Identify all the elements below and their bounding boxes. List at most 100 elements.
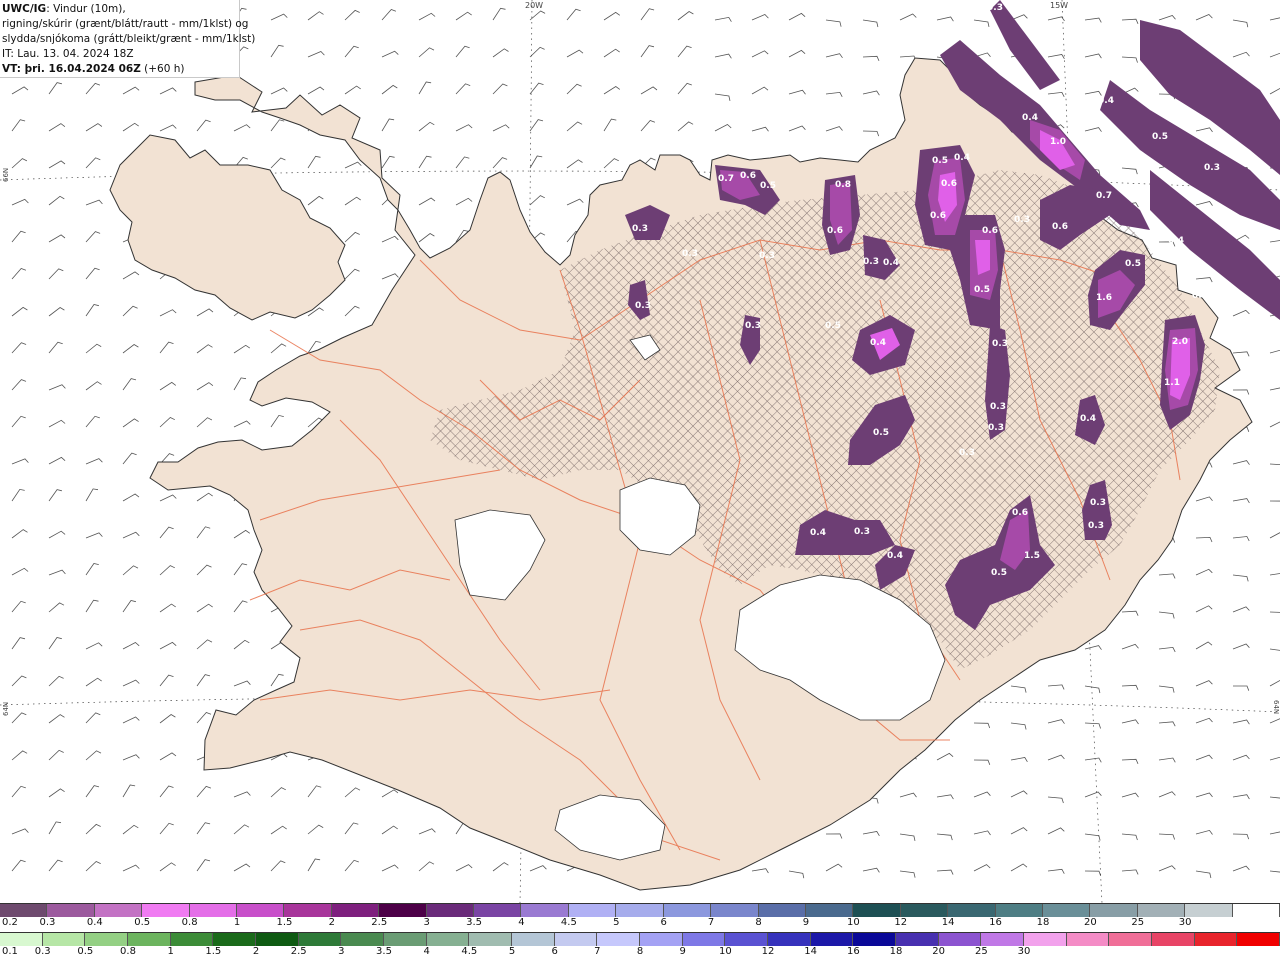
precip-value-label: 2.0 (1172, 337, 1188, 347)
legend-swatch (1024, 933, 1067, 946)
legend-tick-label: 1.5 (205, 946, 222, 957)
legend-tick-label: 18 (889, 946, 903, 957)
precip-value-label: 0.6 (941, 179, 957, 189)
legend-tick-label: 4 (518, 917, 525, 928)
legend-swatch (900, 904, 949, 917)
legend-swatch (0, 904, 48, 917)
legend-swatch (568, 904, 617, 917)
precip-value-label: 0.3 (1088, 521, 1104, 531)
legend-swatch (597, 933, 641, 946)
info-valid-time: VT: þri. 16.04.2024 06Z (+60 h) (2, 62, 237, 77)
legend-tick-label: 2 (328, 917, 336, 928)
legend-swatch (711, 904, 759, 917)
precip-value-label: 0.3 (987, 3, 1003, 13)
legend-tick-label: 16 (846, 946, 860, 957)
legend-tick-label: 0.4 (86, 917, 103, 928)
legend-tick-label: 10 (718, 946, 732, 957)
legend-swatch (1185, 904, 1233, 917)
legend-swatch (42, 933, 86, 946)
legend-swatch (725, 933, 769, 946)
legend-swatch (384, 933, 427, 946)
rain-legend-bar (0, 932, 1280, 946)
legend-swatch (189, 904, 238, 917)
legend-tick-label: 1 (167, 946, 174, 957)
precip-value-label: 0.4 (1022, 113, 1038, 123)
legend-swatch (948, 904, 996, 917)
vt-label: VT: (2, 63, 21, 75)
legend-swatch (521, 904, 569, 917)
legend-tick-label: 0.5 (134, 917, 151, 928)
precip-value-label: 0.6 (827, 226, 843, 236)
lat-label-64n-right: 64N (1272, 700, 1280, 714)
legend-swatch (1042, 904, 1091, 917)
legend-tick-label: 5 (613, 917, 620, 928)
precip-value-label: 0.5 (1152, 132, 1168, 142)
legend-tick-label: 0.3 (34, 946, 51, 957)
legend-swatch (0, 933, 43, 946)
legend-swatch (810, 933, 854, 946)
legend-swatch (758, 904, 806, 917)
legend-swatch (47, 904, 95, 917)
precip-value-label: 1.1 (1164, 378, 1180, 388)
legend-tick-label: 6 (551, 946, 558, 957)
info-title-line: UWC/IG: Vindur (10m), (2, 2, 237, 17)
legend-tick-label: 0.5 (77, 946, 94, 957)
legend-tick-label: 8 (636, 946, 644, 957)
precip-value-label: 0.3 (759, 251, 775, 261)
snow-legend-bar (0, 903, 1280, 917)
precip-value-label: 0.4 (1098, 96, 1114, 106)
precip-value-label: 1.5 (1024, 551, 1040, 561)
legend-swatch (284, 904, 332, 917)
legend-swatch (256, 933, 299, 946)
precip-value-label: 0.3 (1081, 103, 1097, 113)
legend-swatch (853, 933, 897, 946)
legend-tick-label: 1.5 (276, 917, 293, 928)
lon-label-20w: 20W (525, 1, 543, 10)
legend-tick-label: 2 (252, 946, 260, 957)
lat-label-64n-left: 64N (2, 702, 10, 716)
precip-value-label: 0.3 (990, 402, 1006, 412)
legend-tick-label: 0.3 (39, 917, 56, 928)
legend-tick-label: 30 (1017, 946, 1031, 957)
precip-value-label: 0.6 (1052, 222, 1068, 232)
legend-tick-label: 20 (1083, 917, 1097, 928)
precip-value-label: 0.3 (854, 527, 870, 537)
legend-swatch (554, 933, 598, 946)
legend-swatch (331, 904, 380, 917)
legend-swatch (1152, 933, 1195, 946)
legend-tick-label: 1 (233, 917, 241, 928)
legend-tick-label: 9 (679, 946, 686, 957)
legend-swatch (1066, 933, 1110, 946)
precip-value-label: 0.5 (1125, 259, 1141, 269)
legend-tick-label: 30 (1178, 917, 1192, 928)
precip-value-label: 0.6 (1012, 508, 1028, 518)
model-name: UWC/IG (2, 3, 47, 15)
legend-tick-label: 5 (508, 946, 516, 957)
precip-value-label: 0.5 (825, 321, 841, 331)
legend-tick-label: 6 (660, 917, 667, 928)
legend-swatch (981, 933, 1025, 946)
legend-swatch (237, 904, 285, 917)
legend-tick-label: 3 (338, 946, 345, 957)
legend-swatch (85, 933, 129, 946)
legend-swatch (1090, 904, 1138, 917)
precip-value-label: 0.3 (635, 301, 651, 311)
precip-value-label: 0.3 (745, 321, 761, 331)
precip-value-label: 0.3 (1014, 215, 1030, 225)
precip-value-label: 0.4 (1220, 143, 1236, 153)
precip-value-label: 1.0 (1050, 137, 1066, 147)
legend-tick-label: 20 (932, 946, 946, 957)
legend-tick-label: 12 (894, 917, 908, 928)
lat-label-66n-left: 66N (2, 168, 10, 182)
lon-label-15w: 15W (1050, 1, 1068, 10)
legend-swatch (94, 904, 143, 917)
legend-swatch (426, 904, 475, 917)
legend-tick-label: 4 (423, 946, 430, 957)
legend-swatch (1232, 904, 1280, 917)
legend-tick-label: 9 (802, 917, 810, 928)
legend-tick-label: 18 (1036, 917, 1050, 928)
info-line3: slydda/snjókoma (grátt/bleikt/grænt - mm… (2, 33, 256, 45)
legend-tick-label: 12 (761, 946, 775, 957)
precip-value-label: 0.5 (932, 156, 948, 166)
vt-offset: (+60 h) (140, 63, 185, 75)
